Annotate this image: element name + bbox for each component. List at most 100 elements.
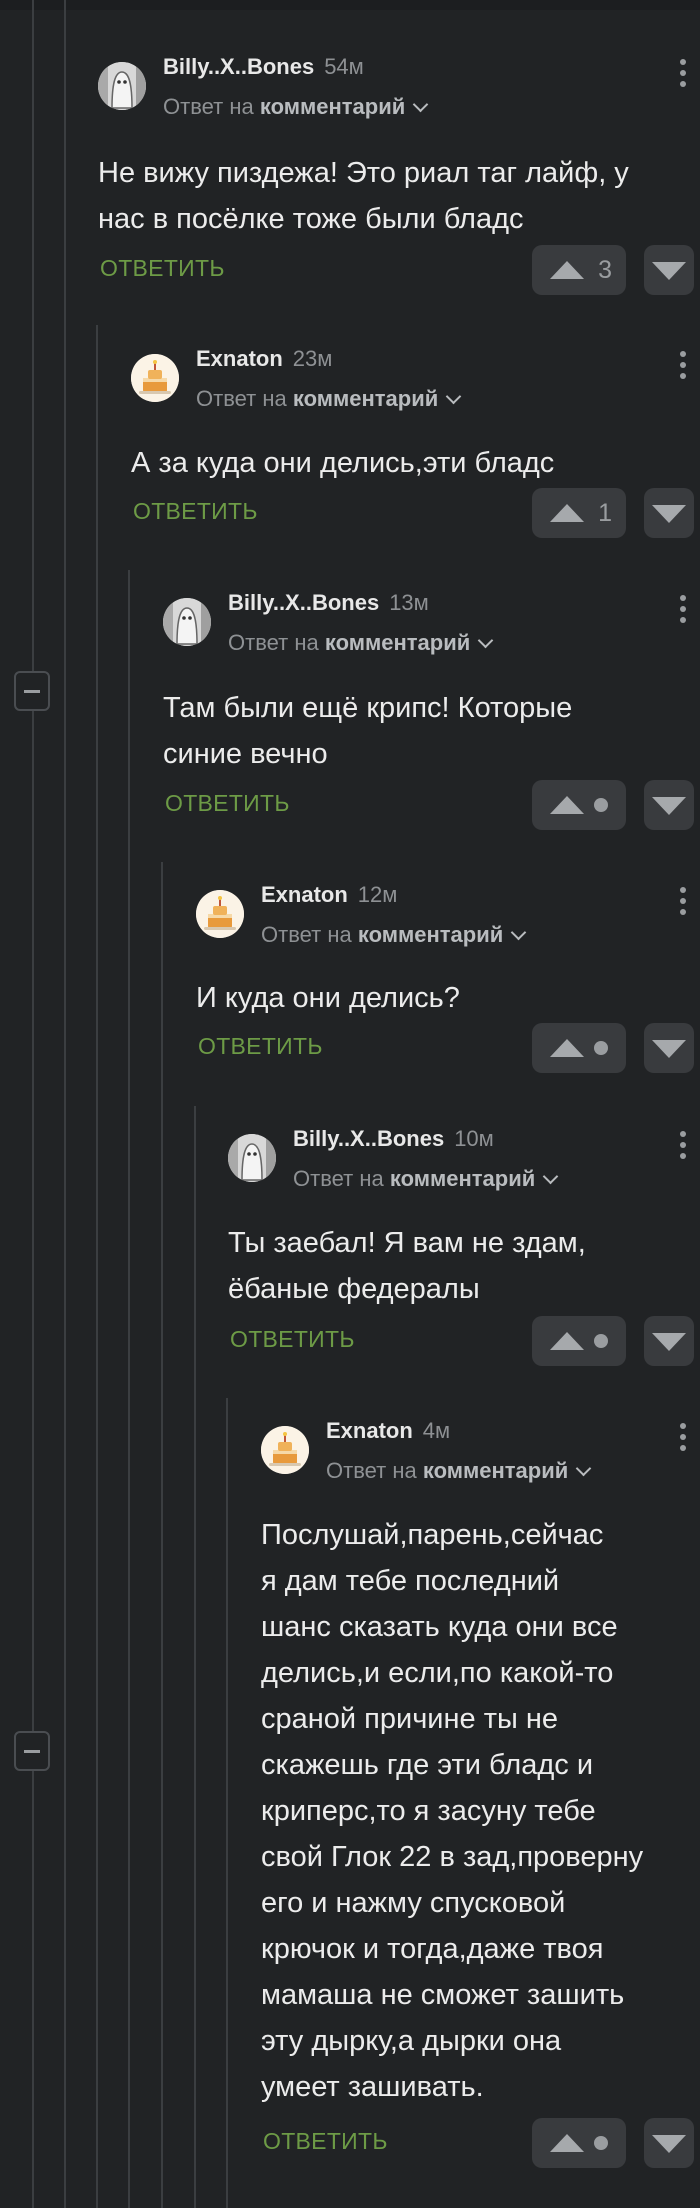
reply-to-target[interactable]: комментарий: [390, 1166, 535, 1191]
downvote-button[interactable]: [644, 245, 694, 295]
cake-avatar-icon[interactable]: [196, 890, 244, 938]
reply-button[interactable]: ОТВЕТИТЬ: [100, 255, 225, 282]
reply-to-link[interactable]: Ответ на комментарий: [261, 922, 527, 948]
comment-author[interactable]: Billy..X..Bones 10м: [293, 1126, 494, 1152]
downvote-arrow-icon: [652, 1333, 686, 1351]
more-options-icon[interactable]: [673, 884, 693, 920]
upvote-arrow-icon: [550, 504, 584, 522]
downvote-arrow-icon: [652, 2135, 686, 2153]
more-options-icon[interactable]: [673, 348, 693, 384]
comment-author[interactable]: Exnaton 23м: [196, 346, 332, 372]
comment-text-line: свой Глок 22 в зад,проверну: [261, 1841, 644, 1873]
comment-text-line: шанс сказать куда они все: [261, 1611, 618, 1643]
chevron-down-icon[interactable]: [543, 1168, 559, 1185]
reply-to-prefix: Ответ на: [228, 630, 319, 655]
upvote-arrow-icon: [550, 796, 584, 814]
more-options-icon[interactable]: [673, 1420, 693, 1456]
comment-text-line: Там были ещё крипс! Которые: [163, 692, 573, 724]
comment-author[interactable]: Exnaton 12м: [261, 882, 397, 908]
thread-line[interactable]: [32, 0, 34, 2208]
comment-text: А за куда они делись,эти бладс: [131, 440, 554, 486]
more-options-icon[interactable]: [673, 1128, 693, 1164]
upvote-button[interactable]: [532, 1023, 626, 1073]
top-bar: [0, 0, 700, 10]
reply-button[interactable]: ОТВЕТИТЬ: [230, 1326, 355, 1353]
comment-time: 12м: [357, 882, 398, 907]
reply-to-link[interactable]: Ответ на комментарий: [326, 1458, 592, 1484]
ghost-avatar-icon[interactable]: [228, 1134, 276, 1182]
vote-hidden-dot-icon: [594, 1041, 608, 1055]
upvote-button[interactable]: [532, 780, 626, 830]
reply-to-prefix: Ответ на: [293, 1166, 384, 1191]
vote-hidden-dot-icon: [594, 798, 608, 812]
reply-button[interactable]: ОТВЕТИТЬ: [198, 1033, 323, 1060]
downvote-button[interactable]: [644, 1023, 694, 1073]
reply-button[interactable]: ОТВЕТИТЬ: [263, 2128, 388, 2155]
comment-time: 23м: [292, 346, 333, 371]
thread-line[interactable]: [128, 570, 130, 2208]
downvote-arrow-icon: [652, 262, 686, 280]
upvote-button[interactable]: 3: [532, 245, 626, 295]
thread-line[interactable]: [161, 862, 163, 2208]
vote-score: 3: [598, 256, 612, 284]
ghost-avatar-icon[interactable]: [163, 598, 211, 646]
comment-author[interactable]: Billy..X..Bones 54м: [163, 54, 364, 80]
comment-author[interactable]: Exnaton 4м: [326, 1418, 450, 1444]
thread-line[interactable]: [64, 0, 66, 2208]
collapse-thread-button[interactable]: [14, 1731, 50, 1771]
comment-text-line: делись,и если,по какой-то: [261, 1657, 614, 1689]
upvote-button[interactable]: [532, 2118, 626, 2168]
chevron-down-icon[interactable]: [413, 96, 429, 113]
downvote-arrow-icon: [652, 1040, 686, 1058]
reply-button[interactable]: ОТВЕТИТЬ: [133, 498, 258, 525]
ghost-avatar-icon[interactable]: [98, 62, 146, 110]
cake-avatar-icon[interactable]: [261, 1426, 309, 1474]
thread-line[interactable]: [226, 1398, 228, 2208]
comment-author[interactable]: Billy..X..Bones 13м: [228, 590, 429, 616]
reply-to-target[interactable]: комментарий: [260, 94, 405, 119]
chevron-down-icon[interactable]: [511, 924, 527, 941]
thread-line[interactable]: [194, 1106, 196, 2208]
reply-to-link[interactable]: Ответ на комментарий: [163, 94, 429, 120]
author-name[interactable]: Billy..X..Bones: [163, 54, 314, 79]
comment-text-line: мамаша не сможет зашить: [261, 1979, 625, 2011]
reply-to-prefix: Ответ на: [196, 386, 287, 411]
comment-text: Не вижу пиздежа! Это риал таг лайф, у нас…: [98, 150, 629, 242]
author-name[interactable]: Billy..X..Bones: [293, 1126, 444, 1151]
comment-time: 10м: [454, 1126, 494, 1151]
chevron-down-icon[interactable]: [446, 388, 462, 405]
upvote-button[interactable]: 1: [532, 488, 626, 538]
downvote-button[interactable]: [644, 1316, 694, 1366]
downvote-button[interactable]: [644, 2118, 694, 2168]
reply-to-link[interactable]: Ответ на комментарий: [196, 386, 462, 412]
chevron-down-icon[interactable]: [478, 632, 494, 649]
reply-to-link[interactable]: Ответ на комментарий: [228, 630, 494, 656]
comment-text-line: сраной причине ты не: [261, 1703, 559, 1735]
author-name[interactable]: Exnaton: [196, 346, 283, 371]
reply-to-link[interactable]: Ответ на комментарий: [293, 1166, 559, 1192]
collapse-thread-button[interactable]: [14, 671, 50, 711]
chevron-down-icon[interactable]: [576, 1460, 592, 1477]
reply-to-prefix: Ответ на: [326, 1458, 417, 1483]
author-name[interactable]: Billy..X..Bones: [228, 590, 379, 615]
comment-time: 54м: [324, 54, 364, 79]
reply-to-prefix: Ответ на: [261, 922, 352, 947]
comment-text-line: скажешь где эти бладс и: [261, 1749, 594, 1781]
more-options-icon[interactable]: [673, 56, 693, 92]
upvote-arrow-icon: [550, 2134, 584, 2152]
more-options-icon[interactable]: [673, 592, 693, 628]
downvote-button[interactable]: [644, 780, 694, 830]
thread-line[interactable]: [96, 325, 98, 2208]
cake-avatar-icon[interactable]: [131, 354, 179, 402]
reply-to-target[interactable]: комментарий: [358, 922, 503, 947]
upvote-button[interactable]: [532, 1316, 626, 1366]
downvote-button[interactable]: [644, 488, 694, 538]
reply-to-target[interactable]: комментарий: [325, 630, 470, 655]
comment-text: Там были ещё крипс! Которые синие вечно: [163, 685, 572, 777]
reply-to-target[interactable]: комментарий: [293, 386, 438, 411]
comment-text-line: синие вечно: [163, 738, 328, 770]
reply-button[interactable]: ОТВЕТИТЬ: [165, 790, 290, 817]
author-name[interactable]: Exnaton: [261, 882, 348, 907]
author-name[interactable]: Exnaton: [326, 1418, 413, 1443]
reply-to-target[interactable]: комментарий: [423, 1458, 568, 1483]
